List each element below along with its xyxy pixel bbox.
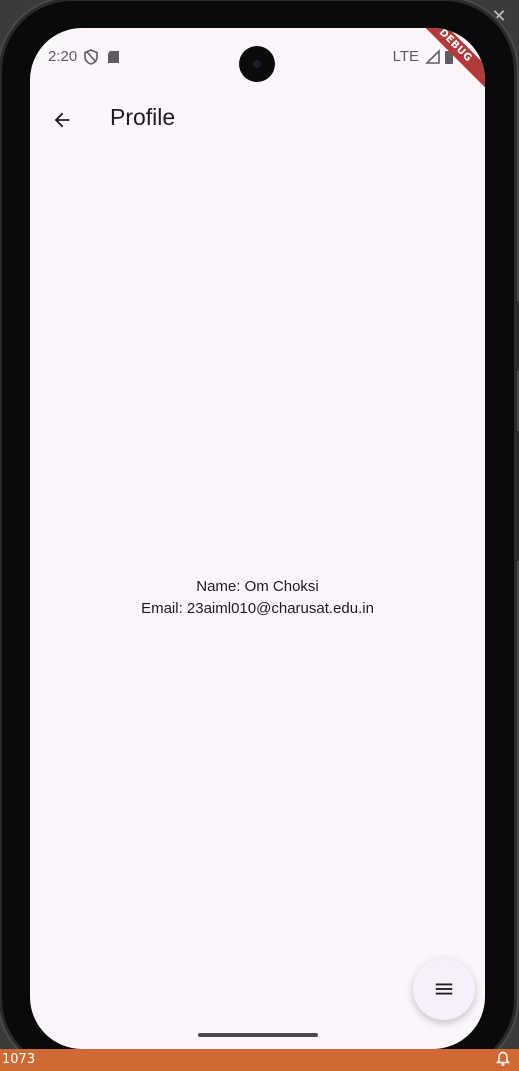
back-button[interactable] [38, 96, 86, 144]
app-bar: Profile [30, 92, 485, 148]
host-status-bar: 1073 [0, 1049, 519, 1071]
arrow-back-icon [54, 112, 70, 128]
phone-screen: 2:20 LTE DEBUG Profile Name: Om Choksi E… [30, 28, 485, 1049]
bell-icon[interactable] [495, 1051, 511, 1067]
profile-name: Name: Om Choksi [196, 578, 319, 595]
status-icons-left [84, 49, 119, 65]
sd-card-icon [108, 51, 119, 63]
home-indicator[interactable] [198, 1033, 318, 1037]
front-camera [239, 46, 275, 82]
status-network: LTE [392, 48, 419, 65]
page-title: Profile [110, 104, 176, 130]
menu-fab-button[interactable] [413, 958, 475, 1020]
host-status-text: 1073 [2, 1052, 36, 1067]
status-time: 2:20 [48, 48, 78, 65]
profile-info: Name: Om Choksi Email: 23aiml010@charusa… [30, 576, 485, 620]
menu-icon [435, 983, 453, 995]
phone-frame: 2:20 LTE DEBUG Profile Name: Om Choksi E… [2, 1, 519, 1069]
shield-icon [84, 49, 98, 65]
emulator-stage: ✕ 2:20 LTE DEBUG Profile Name: Om Choksi… [0, 0, 519, 1071]
signal-icon [425, 49, 440, 64]
profile-email: Email: 23aiml010@charusat.edu.in [141, 600, 374, 617]
